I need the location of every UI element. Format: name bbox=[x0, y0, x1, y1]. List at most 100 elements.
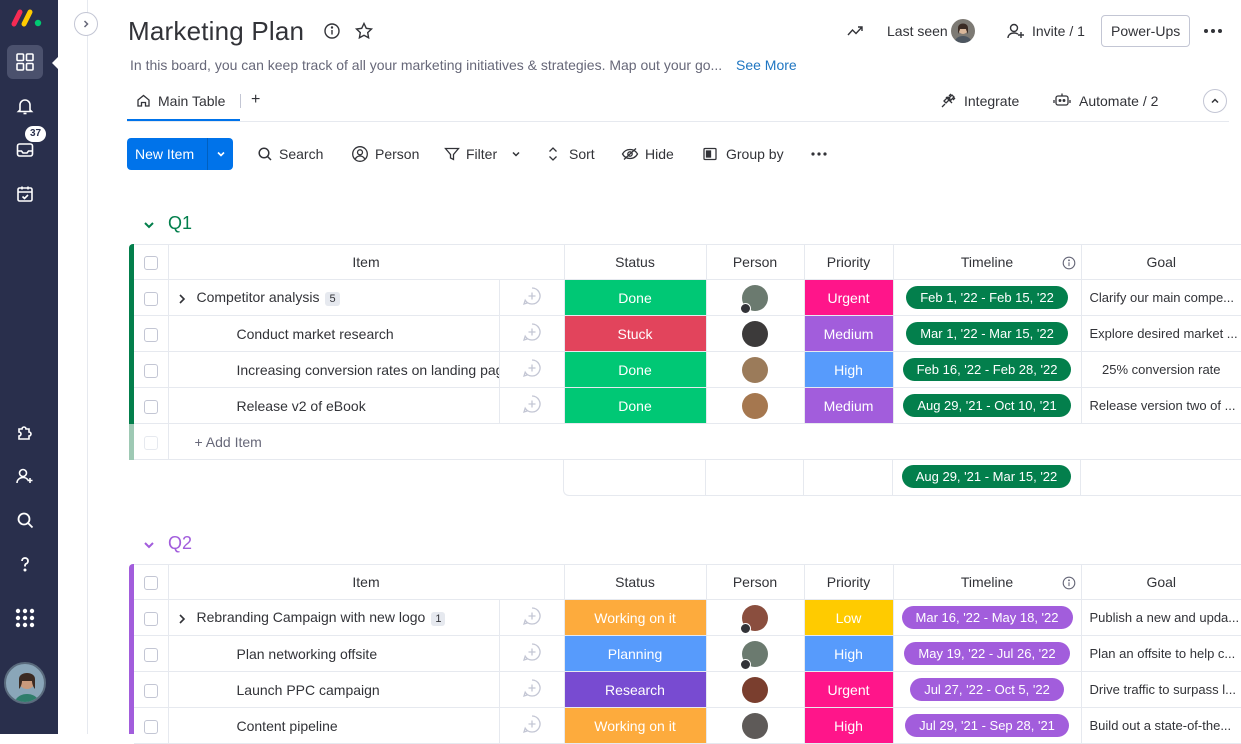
expand-subitems-icon[interactable] bbox=[177, 293, 187, 305]
group-title-q1[interactable]: Q1 bbox=[168, 213, 192, 234]
column-header-item[interactable]: Item bbox=[168, 244, 565, 280]
group-by-tool[interactable]: Group by bbox=[702, 138, 784, 170]
star-icon[interactable] bbox=[354, 21, 374, 41]
status-cell[interactable]: Working on it bbox=[564, 707, 707, 744]
more-options-icon[interactable] bbox=[1203, 26, 1223, 36]
new-item-button[interactable]: New Item bbox=[127, 138, 233, 170]
column-header-goal[interactable]: Goal bbox=[1081, 564, 1241, 600]
automate-button[interactable]: Automate / 2 bbox=[1079, 93, 1158, 109]
invite-member-icon[interactable] bbox=[7, 459, 43, 493]
table-row[interactable]: Plan networking offsite Planning High Ma… bbox=[134, 635, 1241, 672]
user-avatar[interactable] bbox=[4, 662, 46, 704]
collapse-sidebar-button[interactable] bbox=[74, 12, 98, 36]
item-name-cell[interactable]: Content pipeline bbox=[168, 707, 500, 744]
person-cell[interactable] bbox=[706, 599, 805, 636]
subitem-count[interactable]: 1 bbox=[431, 611, 446, 626]
person-cell[interactable] bbox=[706, 671, 805, 708]
info-icon[interactable] bbox=[1062, 576, 1076, 590]
group-title-q2[interactable]: Q2 bbox=[168, 533, 192, 554]
sort-tool[interactable]: Sort bbox=[546, 138, 595, 170]
select-all-cell[interactable] bbox=[134, 564, 169, 600]
row-select-cell[interactable] bbox=[134, 351, 169, 388]
row-select-cell[interactable] bbox=[134, 635, 169, 672]
last-seen-label[interactable]: Last seen bbox=[887, 23, 948, 39]
column-header-timeline[interactable]: Timeline bbox=[893, 564, 1082, 600]
status-cell[interactable]: Planning bbox=[564, 635, 707, 672]
info-icon[interactable] bbox=[323, 22, 341, 40]
select-all-checkbox[interactable] bbox=[143, 256, 158, 271]
toolbar-more-icon[interactable] bbox=[810, 150, 828, 158]
column-header-item[interactable]: Item bbox=[168, 564, 565, 600]
chevron-down-icon[interactable] bbox=[511, 149, 521, 159]
column-header-priority[interactable]: Priority bbox=[804, 564, 894, 600]
tab-main-table[interactable]: Main Table bbox=[158, 93, 225, 109]
status-cell[interactable]: Stuck bbox=[564, 315, 707, 352]
table-row[interactable]: Increasing conversion rates on landing p… bbox=[134, 351, 1241, 388]
column-header-person[interactable]: Person bbox=[706, 244, 805, 280]
board-title[interactable]: Marketing Plan bbox=[128, 16, 304, 47]
table-row[interactable]: Content pipeline Working on it High Jul … bbox=[134, 707, 1241, 744]
priority-cell[interactable]: High bbox=[804, 635, 894, 672]
item-name-cell[interactable]: Release v2 of eBook bbox=[168, 387, 500, 424]
updates-cell[interactable] bbox=[499, 315, 565, 352]
search-tool[interactable]: Search bbox=[257, 138, 323, 170]
goal-cell[interactable]: Explore desired market ... bbox=[1081, 315, 1241, 352]
timeline-cell[interactable]: Aug 29, '21 - Oct 10, '21 bbox=[893, 387, 1082, 424]
status-cell[interactable]: Research bbox=[564, 671, 707, 708]
column-header-priority[interactable]: Priority bbox=[804, 244, 894, 280]
item-name-cell[interactable]: Launch PPC campaign bbox=[168, 671, 500, 708]
puzzle-icon[interactable] bbox=[7, 415, 43, 449]
info-icon[interactable] bbox=[1062, 256, 1076, 270]
collapse-header-button[interactable] bbox=[1203, 89, 1227, 113]
invite-button[interactable]: Invite / 1 bbox=[1032, 23, 1085, 39]
table-row[interactable]: Release v2 of eBook Done Medium Aug 29, … bbox=[134, 387, 1241, 424]
select-all-checkbox[interactable] bbox=[143, 576, 158, 591]
goal-cell[interactable]: Release version two of ... bbox=[1081, 387, 1241, 424]
row-checkbox[interactable] bbox=[143, 363, 158, 378]
item-name-cell[interactable]: Rebranding Campaign with new logo 1 bbox=[168, 599, 500, 636]
table-row[interactable]: Rebranding Campaign with new logo 1 Worki… bbox=[134, 599, 1241, 636]
person-cell[interactable] bbox=[706, 351, 805, 388]
timeline-cell[interactable]: May 19, '22 - Jul 26, '22 bbox=[893, 635, 1082, 672]
timeline-cell[interactable]: Mar 16, '22 - May 18, '22 bbox=[893, 599, 1082, 636]
hide-tool[interactable]: Hide bbox=[621, 138, 674, 170]
status-cell[interactable]: Done bbox=[564, 351, 707, 388]
updates-cell[interactable] bbox=[499, 351, 565, 388]
help-icon[interactable] bbox=[7, 547, 43, 581]
row-select-cell[interactable] bbox=[134, 387, 169, 424]
priority-cell[interactable]: Medium bbox=[804, 315, 894, 352]
priority-cell[interactable]: High bbox=[804, 707, 894, 744]
timeline-cell[interactable]: Jul 29, '21 - Sep 28, '21 bbox=[893, 707, 1082, 744]
status-cell[interactable]: Done bbox=[564, 387, 707, 424]
column-header-person[interactable]: Person bbox=[706, 564, 805, 600]
goal-cell[interactable]: Clarify our main compe... bbox=[1081, 279, 1241, 316]
row-checkbox[interactable] bbox=[143, 683, 158, 698]
priority-cell[interactable]: Urgent bbox=[804, 279, 894, 316]
calendar-check-icon[interactable] bbox=[7, 177, 43, 211]
person-cell[interactable] bbox=[706, 707, 805, 744]
priority-cell[interactable]: High bbox=[804, 351, 894, 388]
chevron-down-icon[interactable] bbox=[142, 218, 156, 232]
column-header-status[interactable]: Status bbox=[564, 564, 707, 600]
new-item-dropdown[interactable] bbox=[208, 149, 233, 159]
column-header-goal[interactable]: Goal bbox=[1081, 244, 1241, 280]
see-more-link[interactable]: See More bbox=[736, 57, 797, 73]
row-select-cell[interactable] bbox=[134, 707, 169, 744]
table-row[interactable]: Conduct market research Stuck Medium Mar… bbox=[134, 315, 1241, 352]
row-select-cell[interactable] bbox=[134, 599, 169, 636]
add-tab-button[interactable]: + bbox=[251, 91, 260, 109]
updates-cell[interactable] bbox=[499, 671, 565, 708]
invite-person-icon[interactable] bbox=[1006, 22, 1026, 40]
updates-cell[interactable] bbox=[499, 635, 565, 672]
row-checkbox[interactable] bbox=[143, 719, 158, 734]
item-name-cell[interactable]: Increasing conversion rates on landing p… bbox=[168, 351, 500, 388]
workspace-grid-icon[interactable] bbox=[7, 45, 43, 79]
status-cell[interactable]: Working on it bbox=[564, 599, 707, 636]
person-cell[interactable] bbox=[706, 387, 805, 424]
person-cell[interactable] bbox=[706, 279, 805, 316]
integrate-button[interactable]: Integrate bbox=[964, 93, 1019, 109]
row-select-cell[interactable] bbox=[134, 671, 169, 708]
priority-cell[interactable]: Urgent bbox=[804, 671, 894, 708]
select-all-cell[interactable] bbox=[134, 244, 169, 280]
subitem-count[interactable]: 5 bbox=[325, 291, 340, 306]
